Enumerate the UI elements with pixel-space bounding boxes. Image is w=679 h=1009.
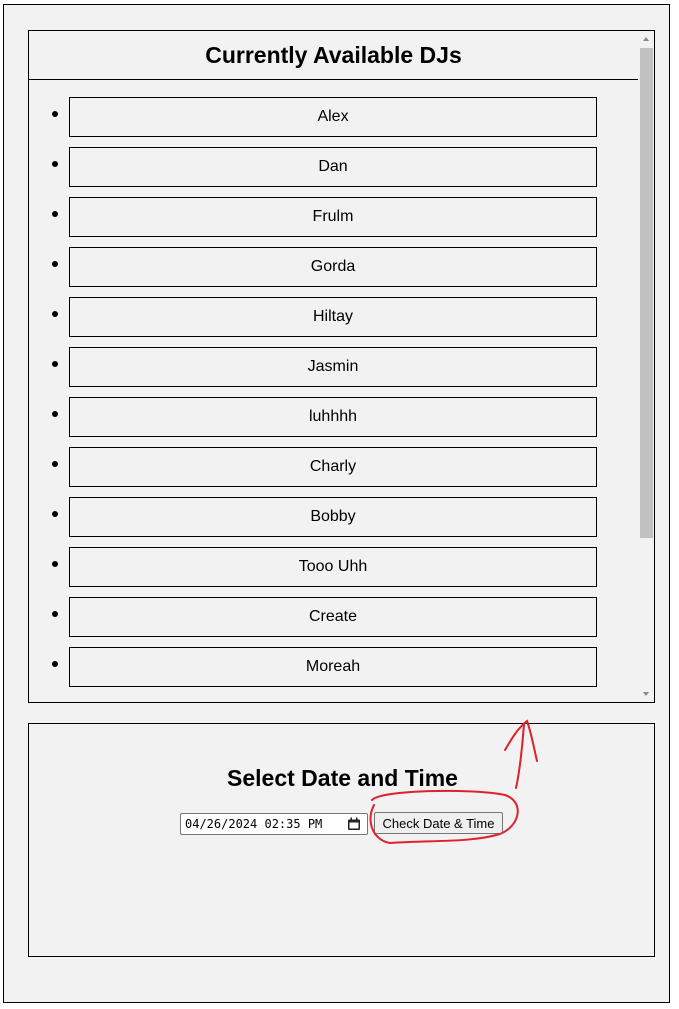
dj-list: Alex Dan Frulm Gorda Hiltay Jasmin luhhhh Charl…: [29, 97, 638, 697]
bullet-icon: [52, 311, 58, 317]
scroll-down-arrow-icon[interactable]: [643, 692, 649, 696]
scroll-up-arrow-icon[interactable]: [643, 37, 649, 41]
dj-panel-title: Currently Available DJs: [205, 41, 462, 68]
bullet-icon: [52, 161, 58, 167]
scroll-thumb[interactable]: [640, 48, 653, 538]
dj-button[interactable]: luhhhh: [69, 397, 597, 437]
dj-list-item: luhhhh: [29, 397, 638, 447]
date-panel-title: Select Date and Time: [227, 765, 458, 791]
dj-list-item: Frulm: [29, 197, 638, 247]
page-container: Currently Available DJs Alex Dan Frulm Gord…: [3, 4, 670, 1003]
bullet-icon: [52, 511, 58, 517]
dj-list-item: Alex: [29, 97, 638, 147]
bullet-icon: [52, 111, 58, 117]
dj-list-item: Jasmin: [29, 347, 638, 397]
bullet-icon: [52, 661, 58, 667]
dj-button[interactable]: Jasmin: [69, 347, 597, 387]
dj-list-item: Bobby: [29, 497, 638, 547]
calendar-icon[interactable]: [347, 817, 361, 831]
dj-list-item: Gorda: [29, 247, 638, 297]
dj-list-item: Hiltay: [29, 297, 638, 347]
dj-button[interactable]: Dan: [69, 147, 597, 187]
dj-list-item: Create: [29, 597, 638, 647]
bullet-icon: [52, 211, 58, 217]
check-date-time-button[interactable]: Check Date & Time: [374, 812, 503, 834]
dj-list-item: Moreah: [29, 647, 638, 697]
bullet-icon: [52, 461, 58, 467]
dj-button[interactable]: Moreah: [69, 647, 597, 687]
dj-list-item: Dan: [29, 147, 638, 197]
dj-list-panel: Currently Available DJs Alex Dan Frulm Gord…: [28, 30, 655, 703]
dj-button[interactable]: Create: [69, 597, 597, 637]
bullet-icon: [52, 261, 58, 267]
bullet-icon: [52, 561, 58, 567]
bullet-icon: [52, 611, 58, 617]
dj-button[interactable]: Tooo Uhh: [69, 547, 597, 587]
dj-list-scrollbar[interactable]: [638, 31, 654, 702]
datetime-value: 04/26/2024 02:35 PM: [185, 817, 323, 831]
date-time-panel: Select Date and Time 04/26/2024 02:35 PM…: [28, 723, 655, 957]
dj-button[interactable]: Gorda: [69, 247, 597, 287]
bullet-icon: [52, 411, 58, 417]
dj-list-item: Charly: [29, 447, 638, 497]
dj-panel-header: Currently Available DJs: [29, 31, 638, 80]
dj-button[interactable]: Alex: [69, 97, 597, 137]
dj-list-item: Tooo Uhh: [29, 547, 638, 597]
dj-button[interactable]: Hiltay: [69, 297, 597, 337]
dj-button[interactable]: Charly: [69, 447, 597, 487]
dj-button[interactable]: Bobby: [69, 497, 597, 537]
datetime-input[interactable]: 04/26/2024 02:35 PM: [180, 813, 368, 835]
dj-button[interactable]: Frulm: [69, 197, 597, 237]
bullet-icon: [52, 361, 58, 367]
